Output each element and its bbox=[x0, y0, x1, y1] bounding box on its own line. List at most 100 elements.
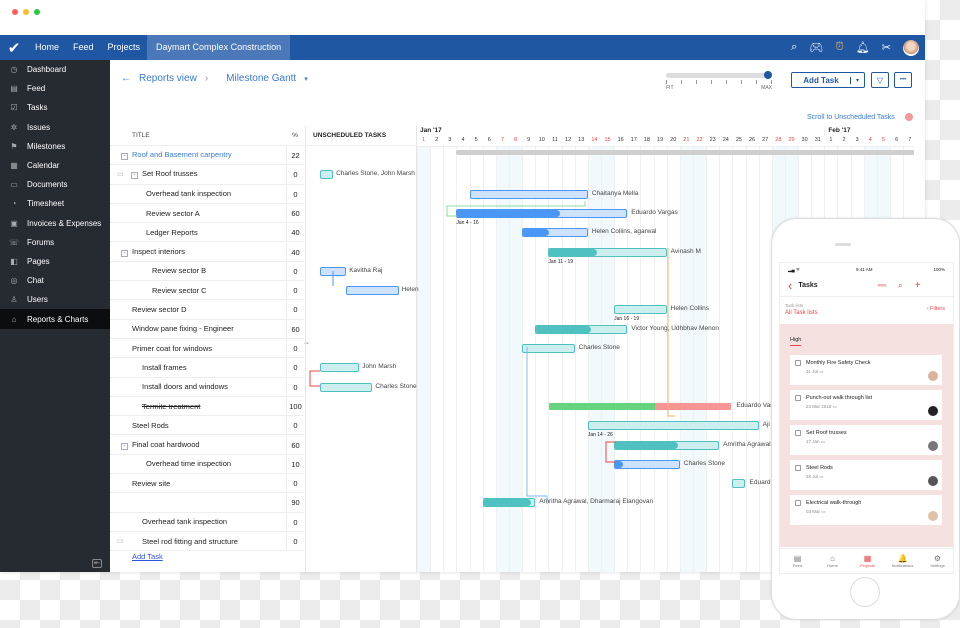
close-dot[interactable] bbox=[12, 9, 18, 15]
phone-tab-notifications[interactable]: 🔔 Notifications bbox=[885, 554, 920, 568]
collapse-sidebar-icon[interactable]: ⇤ bbox=[92, 559, 102, 568]
comment-icon[interactable]: ▭ bbox=[117, 170, 124, 178]
task-lists-selector[interactable]: All Task lists bbox=[785, 310, 818, 316]
task-checkbox[interactable] bbox=[795, 360, 801, 366]
bell-icon[interactable]: 🔔︎ bbox=[856, 41, 870, 54]
scroll-to-unscheduled-link[interactable]: Scroll to Unscheduled Tasks bbox=[807, 114, 895, 121]
task-checkbox[interactable] bbox=[795, 465, 801, 471]
task-title[interactable]: Overhead time inspection bbox=[146, 459, 231, 468]
task-title[interactable]: Steel rod fitting and structure bbox=[142, 537, 238, 546]
search-icon[interactable]: ⌕ bbox=[791, 41, 797, 54]
app-logo-check-icon[interactable]: ✔ bbox=[0, 35, 28, 60]
minimize-dot[interactable] bbox=[23, 9, 29, 15]
phone-tab-settings[interactable]: ⚙ Settings bbox=[920, 554, 953, 568]
task-row[interactable]: Primer coat for windows 0 bbox=[110, 339, 304, 359]
add-task-link[interactable]: Add Task bbox=[132, 552, 163, 561]
collapse-icon[interactable]: - bbox=[121, 153, 128, 161]
task-row[interactable]: 90 bbox=[110, 493, 304, 513]
sidebar-item-feed[interactable]: ▤ Feed bbox=[0, 79, 110, 98]
task-title[interactable]: Overhead tank inspection bbox=[146, 189, 231, 198]
task-row[interactable]: Install frames 0 bbox=[110, 358, 304, 378]
phone-task-card[interactable]: Electrical walk-through 03 Mar ▭ bbox=[790, 495, 942, 525]
task-title[interactable]: Ledger Reports bbox=[146, 228, 198, 237]
tools-icon[interactable]: ✂ bbox=[882, 41, 891, 54]
gamepad-icon[interactable]: 🎮︎ bbox=[809, 41, 823, 54]
task-row[interactable]: Review sector B 0 bbox=[110, 261, 304, 282]
task-title[interactable]: Install frames bbox=[142, 363, 187, 372]
phone-task-card[interactable]: Monthly Fire Safety Check 31 Jul ▭ bbox=[790, 355, 942, 385]
task-title[interactable]: Set Roof trusses bbox=[142, 169, 197, 178]
breadcrumb-reports-view[interactable]: Reports view bbox=[139, 73, 197, 84]
filters-button[interactable]: ▪ Filters bbox=[927, 306, 945, 312]
task-row[interactable]: Steel Rods 0 bbox=[110, 416, 304, 436]
task-row[interactable]: - Inspect interiors 40 bbox=[110, 242, 304, 262]
task-row[interactable]: ▭ - Set Roof trusses 0 bbox=[110, 165, 304, 185]
phone-task-card[interactable]: Set Roof trusses 17 Jan ▭ bbox=[790, 425, 942, 455]
sidebar-item-reports-charts[interactable]: ⌂ Reports & Charts bbox=[0, 309, 110, 329]
task-title[interactable]: Review sector A bbox=[146, 209, 200, 218]
phone-task-card[interactable]: Steel Rods 28 Jul ▭ bbox=[790, 460, 942, 490]
task-title[interactable]: Review site bbox=[132, 479, 170, 488]
settings-gear-icon[interactable] bbox=[905, 113, 913, 121]
collapse-icon[interactable]: - bbox=[121, 442, 128, 450]
add-task-button[interactable]: Add Task ▾ bbox=[791, 72, 865, 88]
phone-tab-home[interactable]: ⌂ Home bbox=[815, 554, 850, 568]
user-avatar[interactable] bbox=[903, 39, 919, 56]
task-row[interactable]: ▭ Steel rod fitting and structure 0 bbox=[110, 532, 304, 552]
nav-active-project[interactable]: Daymart Complex Construction bbox=[147, 35, 291, 60]
add-task-dropdown-icon[interactable]: ▾ bbox=[849, 76, 864, 84]
window-controls[interactable] bbox=[12, 9, 40, 15]
task-title[interactable]: Review sector D bbox=[132, 305, 187, 314]
task-row[interactable]: Overhead time inspection 10 bbox=[110, 454, 304, 475]
percent-column-header[interactable]: % bbox=[286, 132, 304, 139]
task-row[interactable]: Review site 0 bbox=[110, 474, 304, 494]
task-title[interactable]: Overhead tank inspection bbox=[142, 517, 227, 526]
task-row[interactable]: - Final coat hardwood 60 bbox=[110, 435, 304, 455]
sidebar-item-dashboard[interactable]: ◷ Dashboard bbox=[0, 60, 110, 79]
sidebar-item-timesheet[interactable]: ◔ Timesheet bbox=[0, 194, 110, 213]
sidebar-item-issues[interactable]: ✲ Issues bbox=[0, 118, 110, 137]
task-title[interactable]: Review sector B bbox=[152, 266, 206, 275]
sidebar-item-documents[interactable]: ▭ Documents bbox=[0, 175, 110, 194]
task-row[interactable]: Review sector C 0 bbox=[110, 281, 304, 301]
task-row[interactable]: Termite treatment 100 bbox=[110, 396, 304, 417]
title-column-header[interactable]: TITLE bbox=[110, 132, 286, 139]
sidebar-item-calendar[interactable]: ▦ Calendar bbox=[0, 156, 110, 175]
add-icon[interactable]: + bbox=[915, 280, 921, 291]
zoom-dot[interactable] bbox=[34, 9, 40, 15]
view-selector[interactable]: Milestone Gantt bbox=[226, 73, 296, 84]
task-title[interactable]: Termite treatment bbox=[142, 402, 200, 411]
zoom-slider-handle[interactable] bbox=[764, 71, 772, 79]
phone-task-card[interactable]: Punch-out walk through list 23 Mar 2018 ▭ bbox=[790, 390, 942, 420]
phone-tab-projects[interactable]: ▦ Projects bbox=[850, 554, 885, 568]
task-title[interactable]: Window pane fixing - Engineer bbox=[132, 324, 234, 333]
nav-feed[interactable]: Feed bbox=[66, 35, 101, 60]
task-title[interactable]: Primer coat for windows bbox=[132, 344, 212, 353]
comment-icon[interactable]: ▭ bbox=[117, 537, 124, 545]
options-icon[interactable]: ∞∞ bbox=[878, 283, 887, 289]
unscheduled-task-bar[interactable] bbox=[346, 286, 399, 296]
filter-icon[interactable]: ▽ bbox=[871, 72, 889, 88]
tab-high[interactable]: High bbox=[790, 337, 802, 346]
sidebar-item-forums[interactable]: ☏ Forums bbox=[0, 233, 110, 252]
task-row[interactable]: Review sector A 60 bbox=[110, 203, 304, 224]
task-title[interactable]: Steel Rods bbox=[132, 421, 169, 430]
task-checkbox[interactable] bbox=[795, 395, 801, 401]
nav-home[interactable]: Home bbox=[28, 35, 66, 60]
task-row[interactable]: Install doors and windows 0 bbox=[110, 377, 304, 397]
sidebar-item-tasks[interactable]: ☑ Tasks bbox=[0, 98, 110, 117]
task-title[interactable]: Inspect interiors bbox=[132, 247, 185, 256]
zoom-slider[interactable]: FIT MAX bbox=[666, 71, 772, 91]
task-title[interactable]: Roof and Basement carpentry bbox=[132, 150, 232, 159]
task-row[interactable]: - Roof and Basement carpentry 22 bbox=[110, 146, 304, 166]
back-arrow-icon[interactable]: ← bbox=[121, 73, 131, 84]
task-title[interactable]: Final coat hardwood bbox=[132, 440, 200, 449]
collapse-icon[interactable]: - bbox=[131, 172, 138, 180]
task-title[interactable]: Review sector C bbox=[152, 286, 207, 295]
back-icon[interactable]: ‹ bbox=[788, 278, 792, 293]
task-row[interactable]: Window pane fixing - Engineer 60 bbox=[110, 319, 304, 339]
more-options-icon[interactable]: ••• bbox=[894, 72, 912, 88]
task-row[interactable]: Review sector D 0 bbox=[110, 300, 304, 320]
nav-projects[interactable]: Projects bbox=[101, 35, 148, 60]
task-row[interactable]: Ledger Reports 40 bbox=[110, 223, 304, 243]
